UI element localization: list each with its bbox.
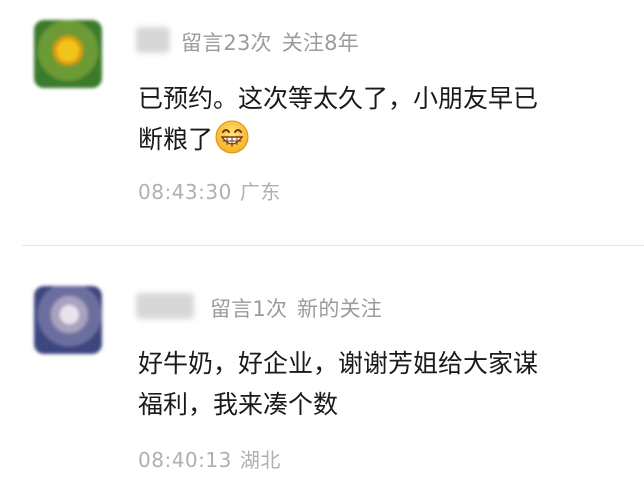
comment-meta: 留言23次 关注8年: [181, 27, 359, 57]
comment-line: 福利，我来凑个数: [138, 390, 339, 419]
comment-line: 好牛奶，好企业，谢谢芳姐给大家谋: [138, 349, 539, 378]
comment-line-with-emoji: 断粮了: [138, 119, 598, 160]
location-text: 湖北: [239, 448, 281, 472]
comment-timestamp: 08:43:30 广东: [138, 176, 281, 205]
grinning-face-icon: [215, 120, 249, 154]
comment-line: 已预约。这次等太久了，小朋友早已: [138, 84, 539, 113]
portrait-icon: [34, 286, 102, 354]
comment-count: 留言1次: [210, 297, 288, 321]
avatar[interactable]: [34, 20, 102, 88]
username-blurred[interactable]: [136, 293, 194, 319]
comment-timestamp: 08:40:13 湖北: [138, 444, 281, 473]
location-text: 广东: [239, 180, 281, 204]
comment-item: 留言1次 新的关注 好牛奶，好企业，谢谢芳姐给大家谋 福利，我来凑个数 08:40…: [0, 247, 644, 478]
avatar[interactable]: [34, 286, 102, 354]
comment-count: 留言23次: [181, 31, 272, 55]
comment-item: 留言23次 关注8年 已预约。这次等太久了，小朋友早已 断粮了 08:43:30…: [0, 0, 644, 245]
username-blurred[interactable]: [136, 27, 170, 53]
follow-duration: 关注8年: [281, 31, 359, 55]
follow-duration: 新的关注: [297, 297, 382, 321]
comment-text: 已预约。这次等太久了，小朋友早已 断粮了: [138, 78, 598, 160]
comment-meta: 留言1次 新的关注: [210, 293, 382, 323]
comment-line: 断粮了: [138, 125, 214, 154]
comment-text: 好牛奶，好企业，谢谢芳姐给大家谋 福利，我来凑个数: [138, 343, 598, 425]
time-text: 08:40:13: [138, 448, 232, 472]
divider: [22, 245, 644, 246]
sunflower-icon: [34, 20, 102, 88]
time-text: 08:43:30: [138, 180, 232, 204]
